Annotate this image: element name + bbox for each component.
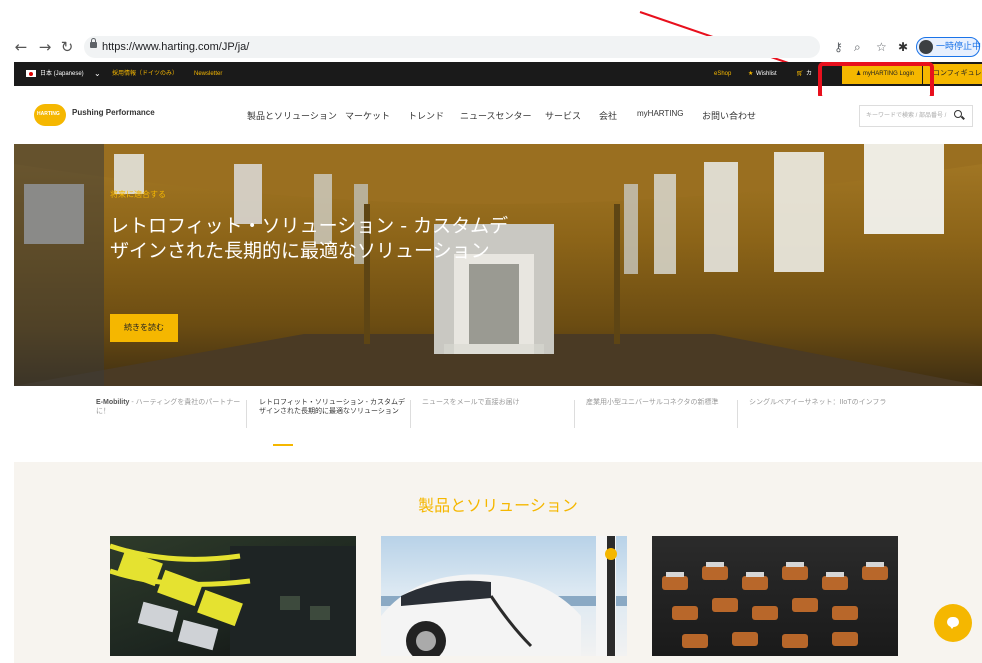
nav-newscenter[interactable]: ニュースセンター (460, 109, 532, 122)
profile-button[interactable]: 一時停止中 (916, 37, 982, 57)
browser-toolbar: ← → ↻ https://www.harting.com/JP/ja/ ⚷ ⌕… (0, 36, 982, 58)
hero-banner: 将来に適合する レトロフィット・ソリューション - カスタムデザインされた長期的… (14, 144, 982, 386)
teaser-tab-retrofit[interactable]: レトロフィット・ソリューション - カスタムデザインされた長期的に最適なソリュー… (259, 398, 409, 416)
products-section: 製品とソリューション (14, 462, 982, 663)
divider (574, 400, 575, 428)
teaser-tab-connector[interactable]: 産業用小型ユニバーサルコネクタの新標準 (586, 398, 732, 407)
japan-flag-icon (26, 70, 36, 77)
hero-image (14, 144, 982, 386)
teaser-tab-newsletter[interactable]: ニュースをメールで直接お届け (422, 398, 570, 407)
chevron-down-icon[interactable]: ⌄ (94, 62, 101, 86)
zoom-icon[interactable]: ⌕ (854, 40, 861, 54)
key-icon[interactable]: ⚷ (834, 40, 843, 54)
chat-button[interactable] (934, 604, 972, 642)
wishlist-star-icon: ★ (748, 71, 754, 77)
search-icon[interactable] (954, 110, 962, 118)
main-header: HARTING Pushing Performance 製品とソリューション マ… (14, 96, 982, 136)
hero-teaser-tabs: E-Mobility - ハーティングを貴社のパートナーに！ レトロフィット・ソ… (96, 396, 896, 448)
nav-contact[interactable]: お問い合わせ (702, 109, 756, 122)
delivery-link[interactable]: 採用情報（ドイツのみ） (112, 62, 178, 86)
harting-logo[interactable]: HARTING (34, 104, 66, 126)
newsletter-link[interactable]: Newsletter (194, 62, 222, 86)
lock-icon (90, 38, 97, 48)
cart-link[interactable]: カ (806, 62, 812, 86)
extensions-icon[interactable]: ✱ (898, 40, 908, 54)
chat-bubble-icon (947, 617, 959, 629)
active-tab-indicator (273, 444, 293, 446)
forward-icon[interactable]: → (36, 38, 54, 56)
teaser-text: 産業用小型ユニバーサルコネクタの新標準 (586, 399, 719, 406)
teaser-text: シングルペアイーサネット：IIoTのインフラ (749, 399, 887, 406)
components-image (662, 562, 888, 648)
divider (737, 400, 738, 428)
wishlist-link[interactable]: Wishlist (756, 62, 777, 86)
teaser-tab-emobility[interactable]: E-Mobility - ハーティングを貴社のパートナーに！ (96, 398, 244, 416)
page: ← → ↻ https://www.harting.com/JP/ja/ ⚷ ⌕… (0, 0, 982, 663)
hero-title: レトロフィット・ソリューション - カスタムデザインされた長期的に最適なソリュー… (110, 215, 509, 262)
avatar (919, 40, 933, 54)
reload-icon[interactable]: ↻ (58, 38, 76, 56)
read-more-button[interactable]: 続きを読む (110, 314, 178, 342)
nav-myharting[interactable]: myHARTING (637, 109, 684, 118)
product-card-network[interactable] (110, 536, 356, 656)
divider (246, 400, 247, 428)
nav-products[interactable]: 製品とソリューション (247, 109, 337, 122)
nav-service[interactable]: サービス (545, 109, 581, 122)
eshop-link[interactable]: eShop (714, 62, 731, 86)
product-card-emobility[interactable] (381, 536, 627, 656)
teaser-text: レトロフィット・ソリューション - カスタムデザインされた長期的に最適なソリュー… (259, 399, 405, 415)
cart-icon: 🛒︎ (796, 71, 804, 77)
product-card-components[interactable] (652, 536, 898, 656)
language-selector[interactable]: 日本 (Japanese) (40, 62, 84, 86)
tagline: Pushing Performance (72, 108, 155, 117)
nav-trends[interactable]: トレンド (408, 109, 444, 122)
teaser-text: ニュースをメールで直接お届け (422, 399, 520, 406)
annotation-highlight-box (818, 62, 934, 100)
star-icon[interactable]: ☆ (876, 40, 887, 54)
teaser-bold: E-Mobility (96, 399, 130, 406)
logo-text: HARTING (37, 111, 60, 117)
nav-markets[interactable]: マーケット (345, 109, 390, 122)
products-title: 製品とソリューション (418, 496, 578, 515)
hero-eyebrow: 将来に適合する (110, 190, 166, 199)
teaser-tab-spe[interactable]: シングルペアイーサネット：IIoTのインフラ (749, 398, 894, 407)
pause-label: 一時停止中 (936, 42, 982, 52)
network-switch-image (110, 543, 356, 656)
address-bar[interactable]: https://www.harting.com/JP/ja/ (84, 36, 820, 58)
back-icon[interactable]: ← (12, 38, 30, 56)
divider (410, 400, 411, 428)
electric-car-image (381, 536, 627, 656)
url-text: https://www.harting.com/JP/ja/ (102, 41, 250, 53)
nav-company[interactable]: 会社 (599, 109, 617, 122)
